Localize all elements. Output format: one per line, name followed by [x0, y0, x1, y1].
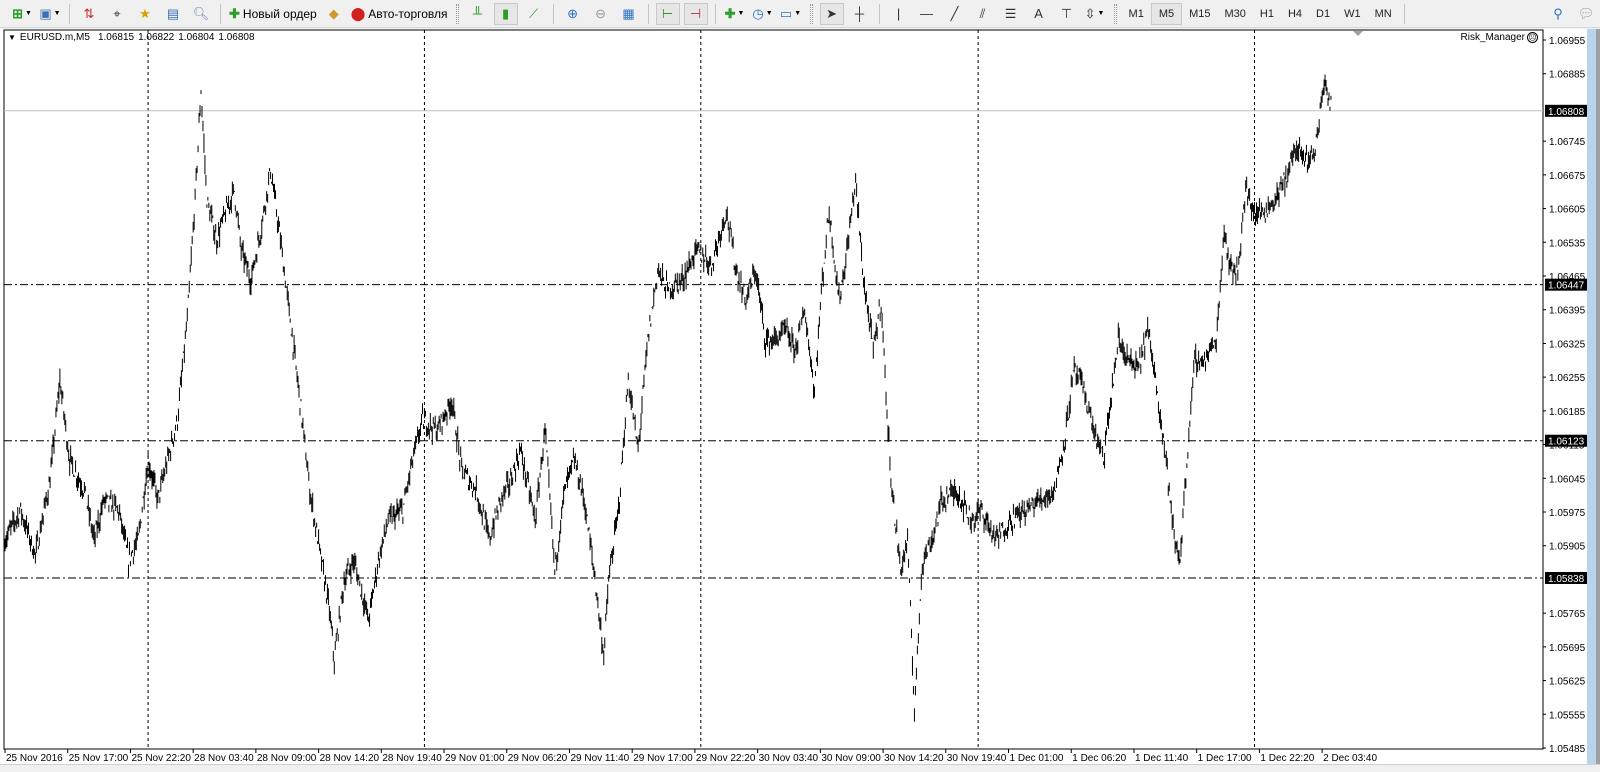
y-tick-label: 1.05975 [1549, 508, 1586, 519]
ohlc-close: 1.06808 [218, 32, 255, 43]
y-tick-label: 1.05905 [1549, 542, 1586, 553]
x-tick-label: 30 Nov 14:20 [884, 753, 944, 764]
x-tick-label: 28 Nov 03:40 [194, 753, 254, 764]
chart-plot-area[interactable] [3, 29, 1544, 750]
window-edge [1596, 29, 1600, 772]
x-tick-label: 28 Nov 19:40 [382, 753, 442, 764]
x-tick-label: 29 Nov 22:20 [696, 753, 756, 764]
x-tick-label: 25 Nov 2016 [6, 753, 63, 764]
vertical-scrollbar[interactable] [1587, 29, 1596, 764]
y-tick-label: 1.05625 [1549, 677, 1586, 688]
price-chart[interactable]: 1.06955 1.06885 1.06745 1.06675 1.06605 1.065… [0, 0, 1600, 772]
y-tick-label: 1.06255 [1549, 373, 1586, 384]
x-tick-label: 29 Nov 01:00 [445, 753, 505, 764]
status-band [0, 764, 1600, 772]
y-tick-label: 1.05485 [1549, 744, 1586, 755]
x-tick-label: 2 Dec 03:40 [1323, 753, 1377, 764]
y-tick-label: 1.06325 [1549, 339, 1586, 350]
x-tick-label: 28 Nov 09:00 [257, 753, 317, 764]
x-tick-label: 25 Nov 17:00 [69, 753, 129, 764]
y-tick-label: 1.06605 [1549, 205, 1586, 216]
x-tick-label: 1 Dec 22:20 [1260, 753, 1314, 764]
x-tick-label: 29 Nov 17:00 [633, 753, 693, 764]
x-tick-label: 28 Nov 14:20 [320, 753, 380, 764]
price-label: 1.06808 [1548, 107, 1585, 118]
expert-advisor-label[interactable]: Risk_Manager ☹ [1461, 32, 1538, 43]
y-tick-label: 1.06185 [1549, 407, 1586, 418]
ohlc-open: 1.06815 [97, 32, 135, 43]
y-tick-label: 1.06885 [1549, 70, 1586, 81]
symbol-info: EURUSD.m,M5 [19, 32, 90, 43]
x-tick-label: 1 Dec 06:20 [1072, 753, 1126, 764]
chart-menu-triangle-icon[interactable]: ▼ [8, 33, 16, 42]
x-tick-label: 30 Nov 19:40 [947, 753, 1007, 764]
x-tick-label: 29 Nov 06:20 [508, 753, 568, 764]
x-tick-label: 30 Nov 03:40 [759, 753, 819, 764]
price-label: 1.05838 [1548, 574, 1585, 585]
x-tick-label: 1 Dec 11:40 [1135, 753, 1189, 764]
sad-face-icon: ☹ [1527, 32, 1538, 43]
x-tick-label: 30 Nov 09:00 [821, 753, 881, 764]
y-tick-label: 1.05555 [1549, 710, 1586, 721]
ohlc-low: 1.06804 [178, 32, 215, 43]
y-tick-label: 1.06675 [1549, 171, 1586, 182]
x-tick-label: 1 Dec 17:00 [1198, 753, 1252, 764]
expert-name: Risk_Manager [1460, 32, 1525, 43]
y-tick-label: 1.05765 [1549, 609, 1586, 620]
x-tick-label: 1 Dec 01:00 [1010, 753, 1064, 764]
y-tick-label: 1.06395 [1549, 306, 1586, 317]
price-label: 1.06447 [1548, 281, 1585, 292]
x-tick-label: 29 Nov 11:40 [570, 753, 629, 764]
y-tick-label: 1.06955 [1549, 36, 1586, 47]
ohlc-high: 1.06822 [138, 32, 175, 43]
x-tick-label: 25 Nov 22:20 [131, 753, 191, 764]
price-label: 1.06123 [1548, 437, 1585, 448]
y-tick-label: 1.06745 [1549, 137, 1586, 148]
y-tick-label: 1.06535 [1549, 238, 1586, 249]
y-tick-label: 1.06045 [1549, 474, 1586, 485]
y-tick-label: 1.05695 [1549, 643, 1586, 654]
chart-header: ▼ EURUSD.m,M5 1.06815 1.06822 1.06804 1.… [8, 32, 255, 43]
